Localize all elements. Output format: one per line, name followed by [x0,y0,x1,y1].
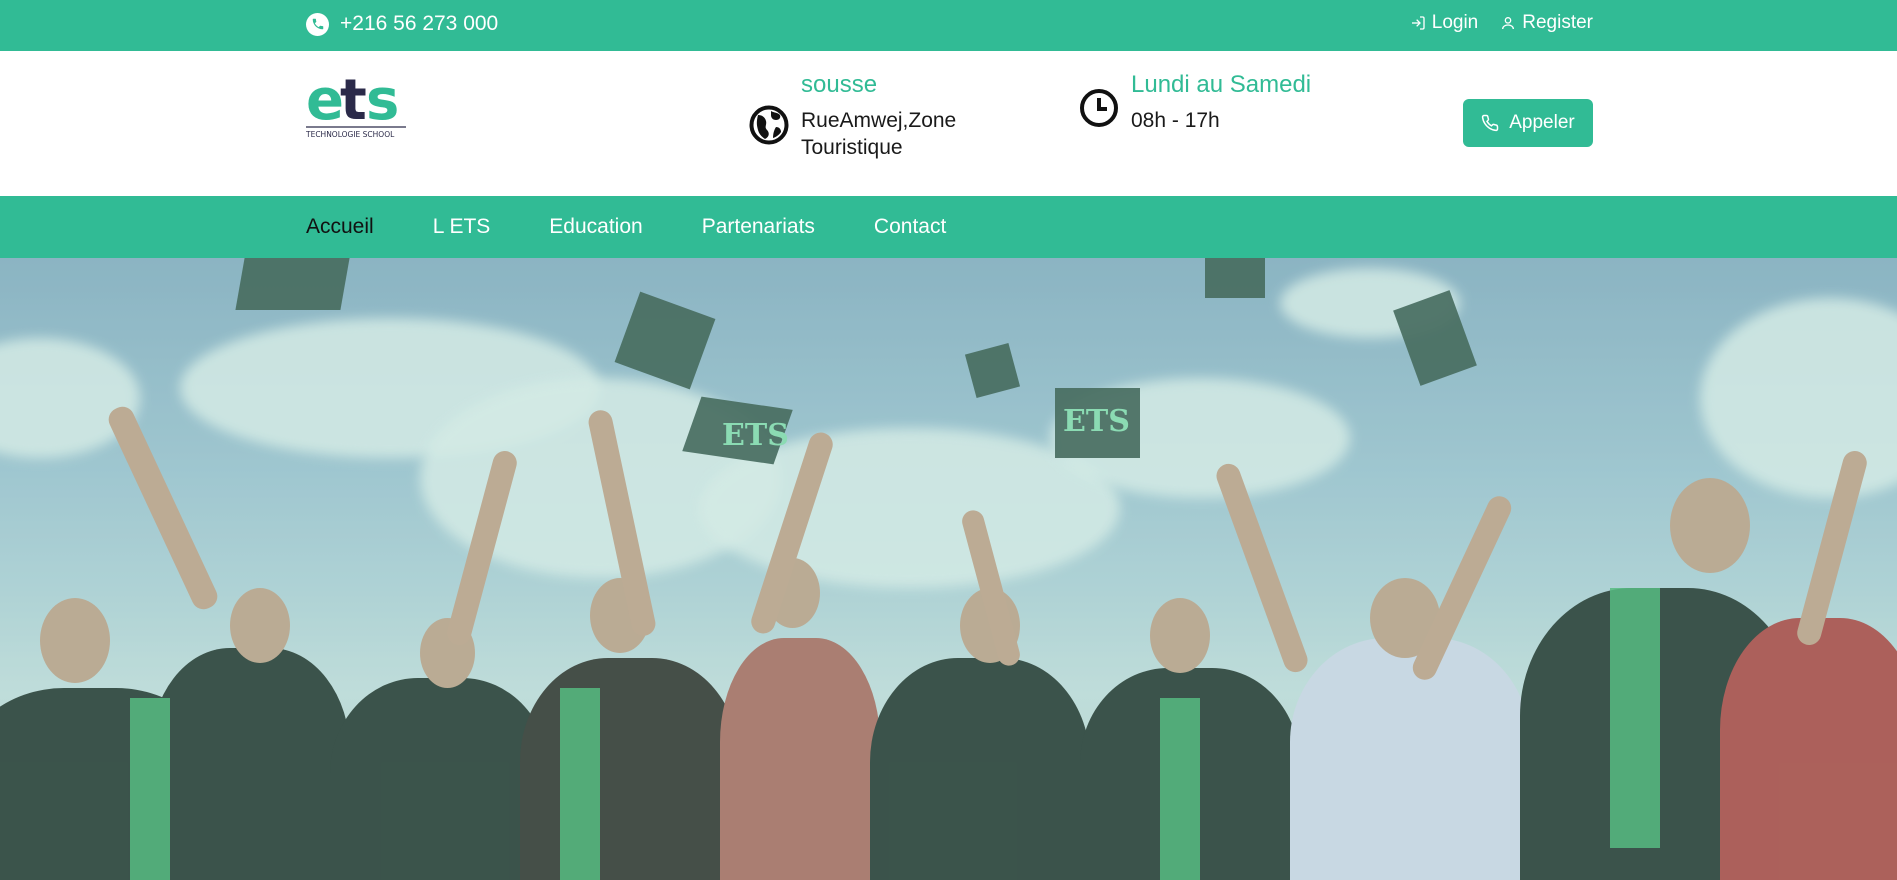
location-line-1: RueAmwej,Zone [801,109,957,132]
hero-banner-image: ETS ETS [0,258,1897,880]
top-bar: +216 56 273 000 Login Register [0,0,1897,51]
register-label: Register [1522,12,1593,33]
location-line-2: Touristique [801,136,903,159]
call-button-label: Appeler [1509,112,1575,133]
clock-icon [1079,88,1119,133]
nav-item-l-ets[interactable]: L ETS [433,215,491,239]
user-icon [1502,17,1515,30]
svg-text:s: s [366,69,399,133]
register-link[interactable]: Register [1500,12,1593,34]
nav-item-partenariats[interactable]: Partenariats [702,215,815,239]
main-nav: Accueil L ETS Education Partenariats Con… [0,196,1897,258]
hours-days: Lundi au Samedi [1131,71,1312,98]
phone-number: +216 56 273 000 [340,12,499,35]
nav-item-accueil[interactable]: Accueil [306,215,374,239]
svg-text:TECHNOLOGIE SCHOOL: TECHNOLOGIE SCHOOL [306,130,395,139]
phone-icon [1482,114,1499,132]
phone-contact[interactable]: +216 56 273 000 [306,12,498,36]
globe-icon [749,105,789,150]
location-city: sousse [801,71,878,98]
svg-text:t: t [340,69,367,133]
hours-info: Lundi au Samedi 08h - 17h [1079,71,1311,134]
nav-item-education[interactable]: Education [549,215,642,239]
site-header: e t s TECHNOLOGIE SCHOOL sousse RueAmwej… [0,51,1897,196]
location-info: sousse RueAmwej,Zone Touristique [749,71,956,161]
phone-icon [306,12,329,36]
svg-text:e: e [306,69,342,133]
login-label: Login [1431,12,1479,33]
hours-time: 08h - 17h [1131,109,1220,132]
login-icon [1411,16,1425,30]
nav-item-contact[interactable]: Contact [874,215,946,239]
login-link[interactable]: Login [1410,12,1479,34]
call-button[interactable]: Appeler [1463,99,1593,147]
ets-logo[interactable]: e t s TECHNOLOGIE SCHOOL [305,68,410,145]
